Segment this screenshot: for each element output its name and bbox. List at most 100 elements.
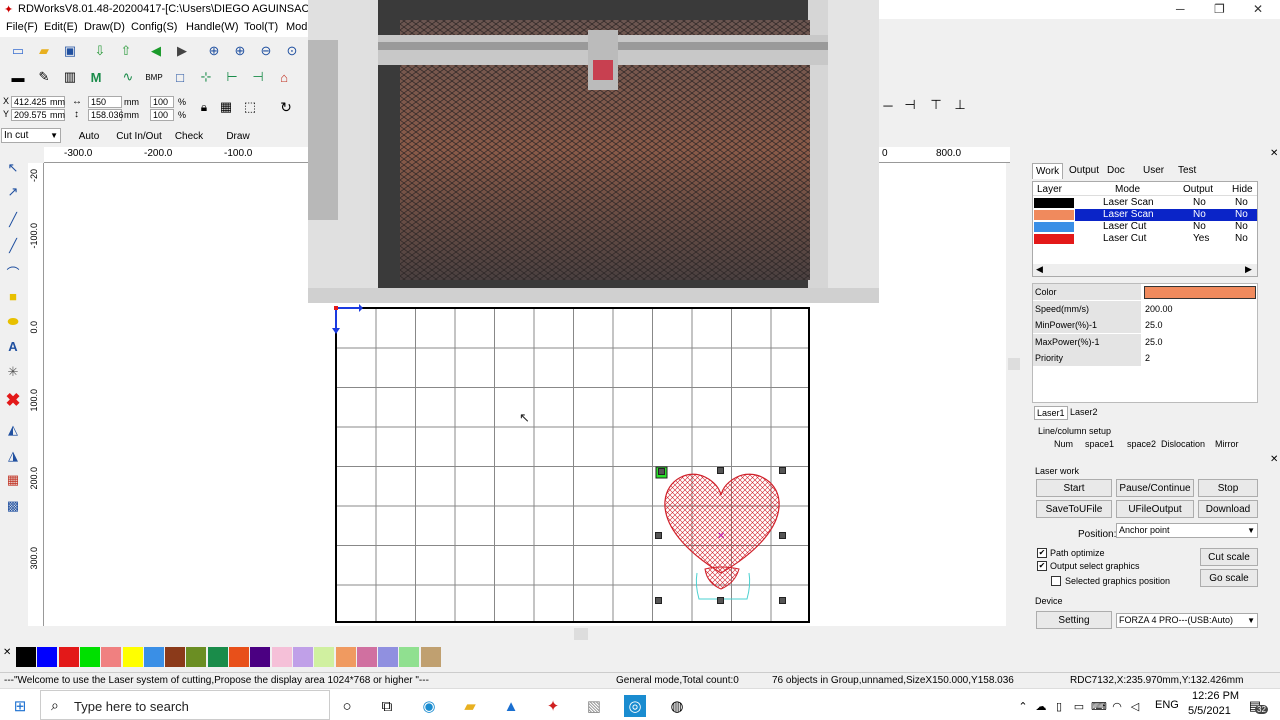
menu-draw[interactable]: Draw(D)	[84, 21, 125, 33]
align-h-icon[interactable]: ⊢	[222, 67, 242, 87]
auto-button[interactable]: Auto	[66, 127, 112, 145]
path-optimize-checkbox[interactable]: ✔	[1037, 548, 1047, 558]
rect-icon[interactable]: □	[170, 67, 190, 87]
ruler-icon[interactable]: ▥	[60, 67, 80, 87]
delete-icon[interactable]: ✖	[3, 390, 23, 410]
laser-machine-icon[interactable]: ⌂	[274, 67, 294, 87]
polyline-icon[interactable]: ╱	[3, 236, 23, 256]
mirror-h-icon[interactable]: ◭	[3, 420, 23, 440]
menu-file[interactable]: File(F)	[6, 21, 38, 33]
tab-test[interactable]: Test	[1175, 163, 1199, 179]
palette-swatch[interactable]	[122, 647, 143, 667]
paint-icon[interactable]: ▧	[583, 695, 605, 717]
curve-tool-icon[interactable]: ⌒	[3, 262, 23, 282]
cut-mode-select[interactable]: In cut ▼	[1, 128, 61, 143]
grid-array-icon[interactable]: ▩	[3, 496, 23, 516]
palette-swatch[interactable]	[399, 647, 420, 667]
palette-swatch[interactable]	[79, 647, 100, 667]
open-folder-icon[interactable]: ▰	[34, 41, 54, 61]
palette-swatch[interactable]	[356, 647, 377, 667]
vertical-scrollbar[interactable]	[1006, 163, 1022, 626]
go-scale-button[interactable]: Go scale	[1200, 569, 1258, 587]
tab-output[interactable]: Output	[1066, 163, 1102, 179]
check-button[interactable]: Check	[166, 127, 212, 145]
pause-continue-button[interactable]: Pause/Continue	[1116, 479, 1194, 497]
layer-row[interactable]: Laser Scan No No	[1033, 197, 1257, 209]
tab-user[interactable]: User	[1140, 163, 1167, 179]
palette-swatch[interactable]	[37, 647, 58, 667]
palette-swatch[interactable]	[101, 647, 122, 667]
scroll-right-icon[interactable]: ▶	[1245, 264, 1252, 275]
layer-row[interactable]: Laser Cut Yes No	[1033, 233, 1257, 245]
palette-swatch[interactable]	[292, 647, 313, 667]
save-icon[interactable]: ▣	[60, 41, 80, 61]
array-icon[interactable]: ▦	[3, 470, 23, 490]
node-icon[interactable]: ⊹	[196, 67, 216, 87]
pen-icon[interactable]: ✎	[34, 67, 54, 87]
camera-app-icon[interactable]: ◎	[624, 695, 646, 717]
layer-row[interactable]: Laser Cut No No	[1033, 221, 1257, 233]
menu-edit[interactable]: Edit(E)	[44, 21, 78, 33]
palette-swatch[interactable]	[314, 647, 335, 667]
clock-date[interactable]: 5/5/2021	[1188, 705, 1231, 717]
menu-config[interactable]: Config(S)	[131, 21, 177, 33]
cut-in-out-button[interactable]: Cut In/Out	[114, 127, 164, 145]
param-value-field[interactable]: 25.0	[1145, 334, 1163, 350]
zoom-select-icon[interactable]: ⊙	[282, 41, 302, 61]
vertical-scroll-thumb[interactable]	[1008, 358, 1020, 370]
new-file-icon[interactable]: ▭	[8, 41, 28, 61]
grid-icon[interactable]: ▦	[216, 97, 236, 117]
cut-scale-button[interactable]: Cut scale	[1200, 548, 1258, 566]
align-left-icon[interactable]: ─	[878, 95, 898, 115]
palette-swatch[interactable]	[378, 647, 399, 667]
import-icon[interactable]: ⇩	[90, 41, 110, 61]
panel-close-icon[interactable]: ✕	[1270, 148, 1278, 159]
palette-swatch[interactable]	[420, 647, 441, 667]
align-bottom-icon[interactable]: ⊥	[950, 95, 970, 115]
mirror-v-icon[interactable]: ◮	[3, 446, 23, 466]
maximize-button[interactable]: ❐	[1214, 2, 1225, 16]
laser-panel-close-icon[interactable]: ✕	[1270, 454, 1278, 465]
edit-node-icon[interactable]: ↗	[3, 182, 23, 202]
search-box[interactable]: ⌕ Type here to search	[40, 690, 330, 720]
battery-icon[interactable]: ▭	[1068, 695, 1090, 717]
save-to-ufile-button[interactable]: SaveToUFile	[1036, 500, 1112, 518]
palette-swatch[interactable]	[207, 647, 228, 667]
ellipse-tool-icon[interactable]: ⬬	[3, 312, 23, 332]
param-value-field[interactable]: 25.0	[1145, 317, 1163, 333]
clock-time[interactable]: 12:26 PM	[1192, 690, 1239, 702]
horizontal-scroll-thumb[interactable]	[574, 628, 588, 640]
frame-icon[interactable]: ⬚	[240, 97, 260, 117]
param-value-field[interactable]: 200.00	[1145, 301, 1173, 317]
laser-point-icon[interactable]: ✳	[3, 362, 23, 382]
rdworks-taskbar-icon[interactable]: ✦	[542, 695, 564, 717]
rectangle-tool-icon[interactable]: ■	[3, 286, 23, 306]
param-color-field[interactable]	[1144, 286, 1256, 299]
stop-button[interactable]: Stop	[1198, 479, 1258, 497]
curve-icon[interactable]: ∿	[118, 67, 138, 87]
palette-swatch[interactable]	[335, 647, 356, 667]
selection-handle[interactable]	[655, 597, 662, 604]
ufile-output-button[interactable]: UFileOutput	[1116, 500, 1194, 518]
align-top-icon[interactable]: ⊤	[926, 95, 946, 115]
menu-tool[interactable]: Tool(T)	[244, 21, 278, 33]
undo-icon[interactable]: ◀	[146, 41, 166, 61]
param-value-field[interactable]: 2	[1145, 350, 1150, 366]
cortana-icon[interactable]: ○	[336, 695, 358, 717]
photos-icon[interactable]: ▲	[500, 695, 522, 717]
chrome-icon[interactable]: ◍	[666, 695, 688, 717]
palette-swatch[interactable]	[58, 647, 79, 667]
m-icon[interactable]: M	[86, 67, 106, 87]
scroll-left-icon[interactable]: ◀	[1036, 264, 1043, 275]
tab-work[interactable]: Work	[1032, 163, 1064, 179]
position-select[interactable]: Anchor point ▼	[1116, 523, 1258, 538]
bmp-icon[interactable]: BMP	[144, 67, 164, 87]
draw-button[interactable]: Draw	[214, 127, 262, 145]
zoom-in-icon[interactable]: ⊕	[204, 41, 224, 61]
tab-laser2[interactable]: Laser2	[1068, 406, 1100, 418]
palette-swatch[interactable]	[250, 647, 271, 667]
menu-model[interactable]: Mod	[286, 21, 307, 33]
lock-icon[interactable]: 🔒︎	[194, 97, 214, 117]
width-percent-field[interactable]: 100	[150, 96, 174, 108]
windows-start-icon[interactable]: ⊞	[9, 695, 31, 717]
